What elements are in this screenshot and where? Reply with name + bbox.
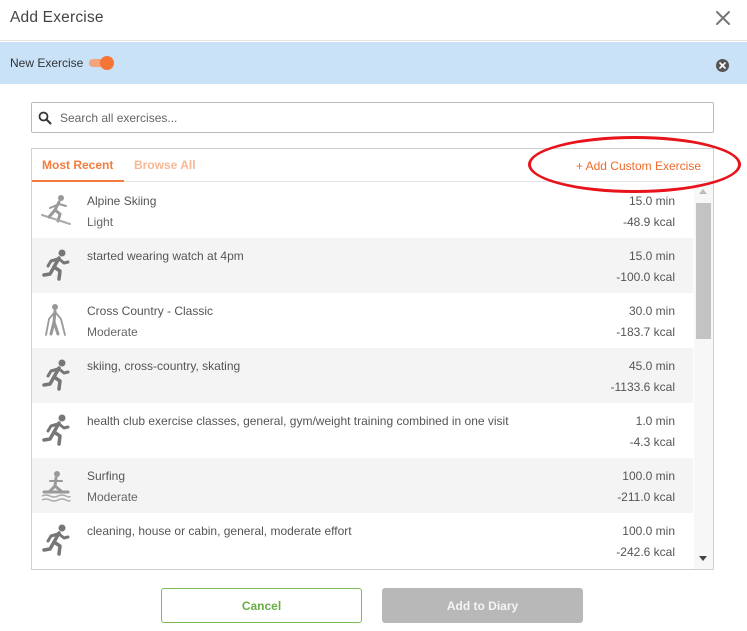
list-item[interactable]: skiing, cross-country, skating 45.0 min … — [32, 348, 693, 403]
exercise-duration: 30.0 min — [628, 304, 675, 318]
running-icon — [40, 248, 72, 282]
exercise-intensity: Light — [87, 215, 114, 229]
running-icon — [40, 523, 72, 557]
exercise-name: Cross Country - Classic — [87, 304, 214, 318]
banner-close-icon[interactable] — [716, 59, 729, 72]
exercise-calories: -183.7 kcal — [616, 325, 675, 339]
exercise-calories: -242.6 kcal — [616, 545, 675, 559]
search-input[interactable] — [60, 108, 700, 128]
exercise-duration: 100.0 min — [622, 469, 675, 483]
active-tab-indicator — [32, 180, 124, 182]
exercise-name: Alpine Skiing — [87, 194, 157, 208]
add-to-diary-button[interactable]: Add to Diary — [382, 588, 583, 623]
new-exercise-toggle[interactable] — [89, 56, 114, 70]
skiing-icon — [40, 193, 72, 227]
dialog-title: Add Exercise — [10, 9, 104, 26]
exercise-duration: 15.0 min — [628, 249, 675, 263]
exercise-calories: -1133.6 kcal — [610, 380, 675, 394]
exercise-duration: 1.0 min — [635, 414, 675, 428]
list-scrollbar[interactable] — [694, 183, 713, 569]
list-item[interactable]: health club exercise classes, general, g… — [32, 403, 693, 458]
add-custom-exercise-link[interactable]: + Add Custom Exercise — [576, 159, 701, 173]
exercise-name: started wearing watch at 4pm — [87, 249, 244, 263]
search-icon — [38, 111, 52, 125]
close-icon[interactable] — [713, 8, 733, 28]
exercise-duration: 45.0 min — [628, 359, 675, 373]
list-item[interactable]: cleaning, house or cabin, general, moder… — [32, 513, 693, 568]
exercise-tabs: Most Recent Browse All + Add Custom Exer… — [32, 149, 713, 182]
running-icon — [40, 413, 72, 447]
exercise-intensity: Moderate — [87, 325, 138, 339]
exercise-name: health club exercise classes, general, g… — [87, 414, 509, 428]
tab-browse-all[interactable]: Browse All — [134, 158, 196, 172]
search-box — [31, 102, 714, 133]
scroll-up-icon[interactable] — [699, 189, 707, 194]
exercise-name: skiing, cross-country, skating — [87, 359, 241, 373]
scrollbar-thumb[interactable] — [696, 203, 711, 339]
new-exercise-label: New Exercise — [10, 56, 84, 70]
exercise-name: Surfing — [87, 469, 126, 483]
exercise-calories: -211.0 kcal — [617, 490, 675, 504]
running-icon — [40, 358, 72, 392]
tab-most-recent[interactable]: Most Recent — [42, 158, 113, 172]
dialog-header: Add Exercise — [0, 0, 747, 41]
toggle-knob — [100, 56, 114, 70]
list-item[interactable]: Alpine Skiing Light 15.0 min -48.9 kcal — [32, 183, 693, 238]
surfing-icon — [40, 468, 72, 502]
exercise-panel: Most Recent Browse All + Add Custom Exer… — [31, 148, 714, 570]
exercise-list: Alpine Skiing Light 15.0 min -48.9 kcal … — [32, 183, 693, 569]
exercise-duration: 15.0 min — [628, 194, 675, 208]
cancel-button[interactable]: Cancel — [161, 588, 362, 623]
exercise-name: cleaning, house or cabin, general, moder… — [87, 524, 352, 538]
exercise-calories: -4.3 kcal — [629, 435, 675, 449]
exercise-calories: -48.9 kcal — [622, 215, 675, 229]
exercise-intensity: Moderate — [87, 490, 138, 504]
list-item[interactable]: started wearing watch at 4pm 15.0 min -1… — [32, 238, 693, 293]
cross-country-icon — [40, 303, 72, 337]
exercise-calories: -100.0 kcal — [616, 270, 675, 284]
list-item[interactable]: Cross Country - Classic Moderate 30.0 mi… — [32, 293, 693, 348]
list-item[interactable]: Surfing Moderate 100.0 min -211.0 kcal — [32, 458, 693, 513]
exercise-duration: 100.0 min — [622, 524, 675, 538]
scroll-down-icon[interactable] — [699, 556, 707, 561]
